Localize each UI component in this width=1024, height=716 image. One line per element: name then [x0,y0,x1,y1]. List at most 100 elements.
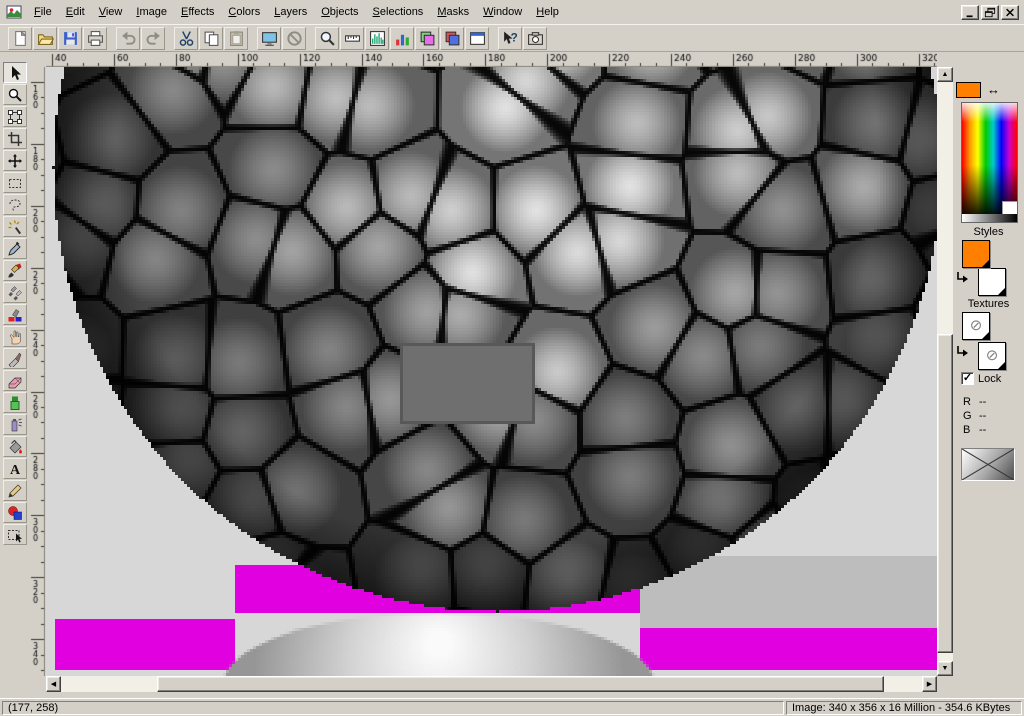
text-tool-button[interactable]: A [3,458,27,479]
menu-view[interactable]: View [92,2,130,22]
browse-button[interactable] [465,27,489,50]
cut-icon [178,30,195,47]
menu-layers[interactable]: Layers [267,2,314,22]
minimize-button[interactable] [961,5,979,20]
scratch-remover-tool-button[interactable] [3,348,27,369]
draw-tool-button[interactable] [3,480,27,501]
undo-button[interactable] [116,27,140,50]
zoom-tool-button[interactable] [3,84,27,105]
freehand-tool-button[interactable] [3,194,27,215]
normal-viewing-icon [286,30,303,47]
paste-button[interactable] [224,27,248,50]
toolbar-separator [108,27,116,50]
menu-help[interactable]: Help [529,2,566,22]
svg-text:A: A [10,463,21,477]
browse-icon [469,30,486,47]
screen-capture-button[interactable] [523,27,547,50]
rgb-value: -- [979,396,986,410]
clone-brush-tool-button[interactable] [3,282,27,303]
toolbar: ? [0,24,1024,52]
arrow-tool-button[interactable] [3,62,27,83]
menu-items: FileEditViewImageEffectsColorsLayersObje… [27,2,566,22]
eraser-tool-icon [7,373,23,389]
print-icon [87,30,104,47]
menu-masks[interactable]: Masks [430,2,476,22]
menu-objects[interactable]: Objects [314,2,365,22]
toggle-tool-palette-button[interactable] [340,27,364,50]
menu-file[interactable]: File [27,2,59,22]
horizontal-scroll-thumb[interactable] [157,676,884,692]
undo-icon [120,30,137,47]
eraser-tool-button[interactable] [3,370,27,391]
zoom-to-fit-button[interactable] [315,27,339,50]
scroll-right-button[interactable]: ▶ [922,676,937,692]
image-canvas[interactable] [46,67,937,676]
flood-fill-tool-button[interactable] [3,436,27,457]
menu-window[interactable]: Window [476,2,529,22]
available-colors-picker[interactable] [961,102,1018,223]
magic-wand-tool-button[interactable] [3,216,27,237]
copy-button[interactable] [199,27,223,50]
grayscale-strip[interactable] [962,214,1017,222]
print-button[interactable] [83,27,107,50]
toggle-tool-palette-icon [344,30,361,47]
white-swatch[interactable] [1002,201,1017,214]
freehand-tool-icon [7,197,23,213]
toggle-color-palette-button[interactable] [390,27,414,50]
resize-arrows-icon: ↔ [987,82,1000,97]
toggle-layer-palette-button[interactable] [415,27,439,50]
menu-colors[interactable]: Colors [221,2,267,22]
paintbrush-tool-button[interactable] [3,260,27,281]
horizontal-scrollbar[interactable]: ◀ ▶ [46,676,937,692]
lock-row[interactable]: ✓ Lock [961,372,1001,385]
object-selector-tool-button[interactable] [3,524,27,545]
scroll-left-button[interactable]: ◀ [46,676,61,692]
context-help-button[interactable]: ? [498,27,522,50]
menu-selections[interactable]: Selections [366,2,431,22]
menu-effects[interactable]: Effects [174,2,221,22]
toggle-histogram-button[interactable] [365,27,389,50]
background-style-swatch[interactable] [978,268,1006,296]
screen-capture-icon [527,30,544,47]
crop-tool-button[interactable] [3,128,27,149]
background-texture-swatch[interactable]: ⊘ [978,342,1006,370]
lock-checkbox[interactable]: ✓ [961,372,974,385]
foreground-texture-swatch[interactable]: ⊘ [962,312,990,340]
scroll-down-button[interactable]: ▼ [937,661,953,676]
new-button[interactable] [8,27,32,50]
normal-viewing-button[interactable] [282,27,306,50]
menu-edit[interactable]: Edit [59,2,92,22]
full-screen-preview-button[interactable] [257,27,281,50]
picture-tube-tool-button[interactable] [3,392,27,413]
vertical-scrollbar[interactable]: ▲ ▼ [937,67,953,676]
scroll-up-button[interactable]: ▲ [937,67,953,82]
retouch-tool-button[interactable] [3,326,27,347]
toggle-layer-palette-icon [419,30,436,47]
mover-tool-button[interactable] [3,150,27,171]
lock-label: Lock [978,373,1001,385]
deformation-tool-button[interactable] [3,106,27,127]
swap-textures-icon[interactable] [955,345,969,359]
swap-styles-icon[interactable] [955,271,969,285]
document-system-icon[interactable] [6,4,22,20]
color-replacer-tool-button[interactable] [3,304,27,325]
airbrush-tool-button[interactable] [3,414,27,435]
preset-shapes-tool-button[interactable] [3,502,27,523]
foreground-style-swatch[interactable] [962,240,990,268]
redo-button[interactable] [141,27,165,50]
open-button[interactable] [33,27,57,50]
dropper-tool-button[interactable] [3,238,27,259]
color-replacer-tool-icon [7,307,23,323]
fill-style-preview[interactable] [961,448,1015,481]
cut-button[interactable] [174,27,198,50]
restore-button[interactable] [981,5,999,20]
menu-image[interactable]: Image [129,2,174,22]
active-color-swatch[interactable] [956,82,981,98]
selection-tool-button[interactable] [3,172,27,193]
horizontal-ruler [46,52,937,67]
toggle-histogram-icon [369,30,386,47]
save-button[interactable] [58,27,82,50]
vertical-scroll-thumb[interactable] [937,334,953,653]
toggle-tool-options-button[interactable] [440,27,464,50]
close-button[interactable] [1001,5,1019,20]
